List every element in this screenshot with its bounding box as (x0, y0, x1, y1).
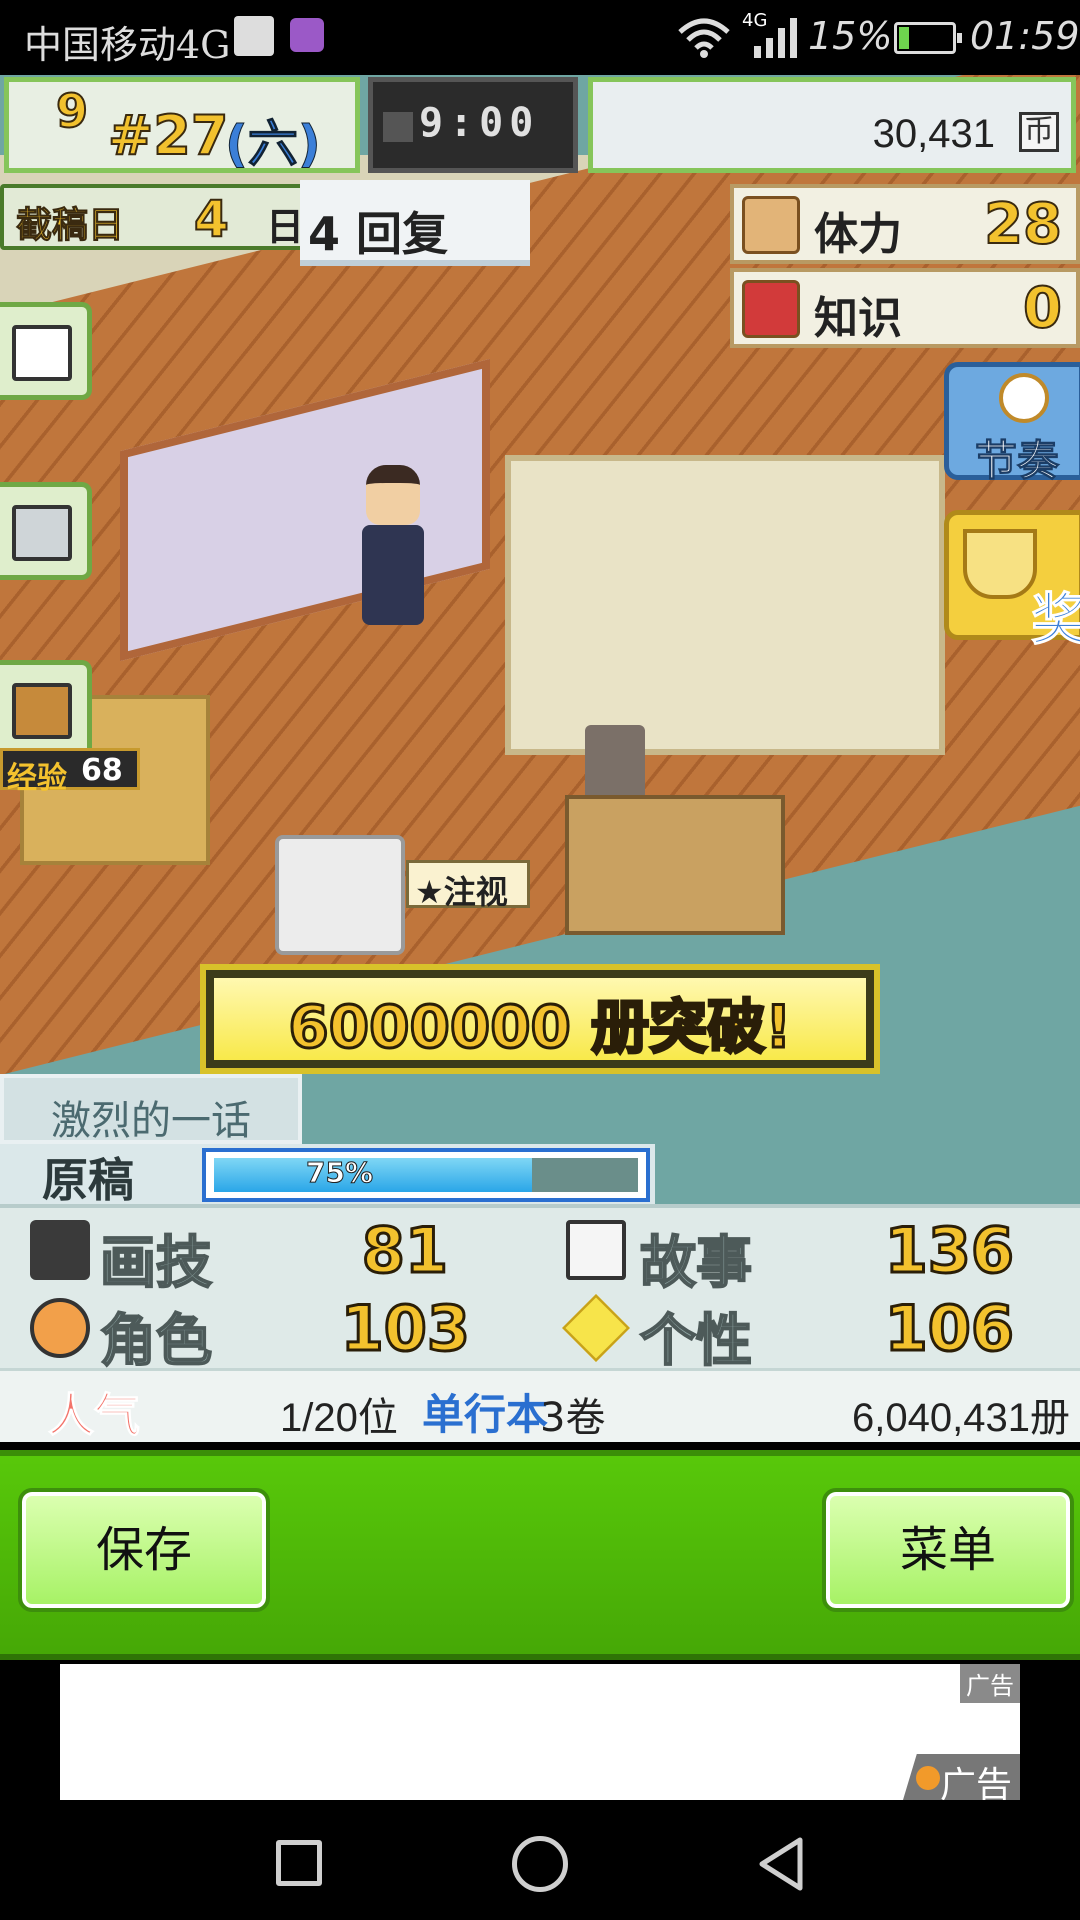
experience-label: 经验 (7, 761, 67, 796)
favorite-tag-text: ★注视 (415, 873, 508, 911)
manuscript-edit-button[interactable] (0, 302, 92, 400)
knowledge-label: 知识 (814, 293, 902, 344)
clock-time: 01:59 (970, 14, 1080, 58)
event-text: 4 回复 (308, 207, 449, 261)
save-button[interactable]: 保存 (18, 1488, 270, 1612)
manga-stats-panel: 画技 81 故事 136 角色 103 个性 106 人气 1/20位 单行本 … (0, 1204, 1080, 1443)
award-button[interactable]: 奖 (944, 510, 1080, 654)
character-value: 103 (339, 1291, 471, 1367)
deadline-label: 截稿日 (15, 205, 125, 247)
personality-value: 106 (883, 1291, 1015, 1367)
character-body (362, 525, 424, 625)
progress-percent: 75% (305, 1156, 374, 1190)
ad-sun-icon (915, 1766, 940, 1790)
event-banner: 4 回复 (300, 180, 530, 266)
manuscript-progress-bar: 75% (202, 1148, 650, 1202)
volumes-label: 单行本 (422, 1390, 549, 1439)
copy-machine (275, 835, 405, 955)
personality-label: 个性 (639, 1308, 753, 1375)
signal-icon (754, 18, 797, 58)
briefcase-icon (12, 683, 72, 739)
stamina-value: 28 (983, 191, 1063, 258)
mangaka-character[interactable] (358, 465, 428, 625)
stamina-panel: 体力 28 (730, 184, 1080, 264)
recents-icon[interactable] (276, 1840, 322, 1886)
drawing-value: 81 (360, 1213, 449, 1289)
manuscript-label: 原稿 (42, 1153, 134, 1207)
muscle-arm-icon (742, 196, 800, 254)
red-book-icon (742, 280, 800, 338)
week-count: 9 (55, 83, 89, 139)
popularity-rank: 1/20位 (280, 1396, 398, 1440)
story-label: 故事 (639, 1230, 753, 1297)
character-face-icon (30, 1298, 90, 1358)
gallery-notification-icon (290, 18, 324, 52)
stamina-label: 体力 (814, 209, 902, 260)
sales-milestone-banner: 6000000 册突破! (200, 964, 880, 1074)
progress-track (214, 1158, 638, 1192)
navigation-bar (0, 1800, 1080, 1920)
wifi-icon (678, 18, 730, 58)
rhythm-button[interactable]: 节奏 (944, 362, 1080, 486)
notification-app-icon (234, 16, 274, 56)
deadline-days: 4 (193, 189, 230, 249)
experience-badge: 经验 68 (0, 748, 140, 796)
knowledge-value: 0 (1022, 275, 1063, 342)
work-desk[interactable] (565, 795, 785, 935)
stat-row-drawing-story: 画技 81 故事 136 (0, 1212, 1080, 1297)
pen-icon (30, 1220, 90, 1280)
home-icon[interactable] (512, 1836, 568, 1892)
sales-count: 6,040,431册 (852, 1396, 1070, 1440)
stat-row-character-personality: 角色 103 个性 106 (0, 1290, 1080, 1375)
ad-label: 广告 (960, 1664, 1020, 1703)
clock-display: 9:00 (419, 100, 540, 146)
sparkle-icon (562, 1294, 630, 1362)
alarm-clock-icon (999, 373, 1049, 423)
ad-area: 广告 广告 (0, 1660, 1080, 1810)
battery-percent: 15% (808, 14, 893, 58)
popularity-label: 人气 (48, 1388, 141, 1443)
trophy-icon (963, 529, 1037, 599)
coin-icon: 币 (1019, 112, 1059, 152)
experience-value: 68 (81, 753, 123, 788)
favorite-tag: ★注视 (406, 860, 530, 911)
rhythm-label: 节奏 (974, 436, 1060, 486)
room-partition (505, 455, 945, 755)
money-panel: 30,431 币 (588, 77, 1076, 173)
milestone-text: 6000000 册突破! (287, 992, 793, 1063)
camera-icon (12, 505, 72, 561)
weekday-label: (六) (225, 115, 322, 174)
episode-title-tab: 激烈的一话 (0, 1074, 302, 1144)
manuscript-progress-panel: 原稿 75% (0, 1144, 655, 1207)
volumes-count: 3卷 (540, 1395, 606, 1441)
camera-button[interactable] (0, 482, 92, 580)
battery-icon (894, 22, 962, 54)
deadline-panel: 截稿日 4 日 (0, 184, 310, 250)
story-value: 136 (883, 1213, 1015, 1289)
action-bar: 保存 菜单 (0, 1450, 1080, 1660)
character-label: 角色 (99, 1308, 213, 1375)
status-bar: 中国移动4G 4G 15% 01:59 (0, 0, 1080, 75)
open-book-icon (566, 1220, 626, 1280)
edit-note-icon (12, 325, 72, 381)
popularity-row: 人气 1/20位 单行本 3卷 6,040,431册 (0, 1368, 1080, 1443)
drawing-label: 画技 (99, 1230, 213, 1297)
clock-indicator (383, 112, 413, 142)
game-clock: 9:00 (368, 77, 578, 173)
episode-title: 激烈的一话 (51, 1098, 251, 1144)
ad-banner[interactable]: 广告 广告 (60, 1664, 1020, 1810)
menu-button[interactable]: 菜单 (822, 1488, 1074, 1612)
award-label: 奖 (1031, 588, 1080, 654)
carrier-label: 中国移动4G (24, 23, 231, 67)
work-bag-button[interactable] (0, 660, 92, 758)
back-icon[interactable] (752, 1834, 812, 1894)
money-value: 30,431 (872, 112, 995, 156)
deadline-unit: 日 (266, 205, 305, 249)
knowledge-panel: 知识 0 (730, 268, 1080, 348)
week-number: #27 (107, 103, 229, 168)
character-head (366, 465, 420, 525)
